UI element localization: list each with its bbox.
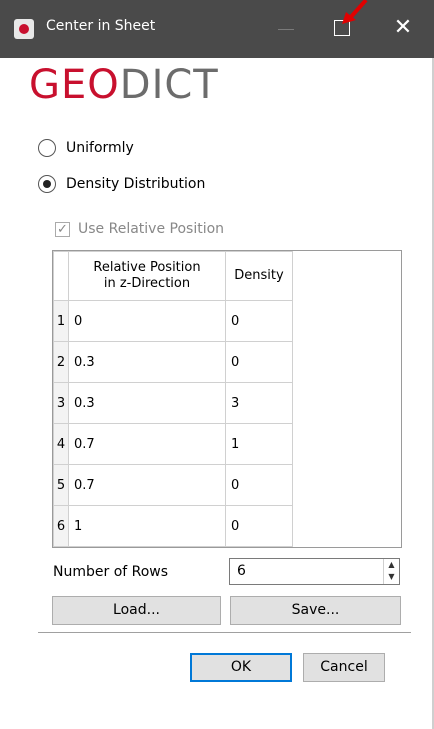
cell-density[interactable]: 3 (225, 382, 293, 424)
table-row: 3 0.3 3 (53, 382, 293, 424)
minimize-icon (278, 29, 294, 30)
cell-density[interactable]: 0 (225, 505, 293, 547)
row-number[interactable]: 6 (53, 505, 69, 547)
header-line-2: in z-Direction (103, 276, 191, 291)
table-row: 6 1 0 (53, 505, 293, 547)
separator (38, 632, 411, 634)
table-row: 1 0 0 (53, 300, 293, 342)
table-row: 4 0.7 1 (53, 423, 293, 465)
row-number[interactable]: 5 (53, 464, 69, 506)
app-icon (14, 19, 34, 39)
radio-circle-density-distribution[interactable] (38, 175, 56, 193)
use-relative-position-checkbox[interactable]: ✓ Use Relative Position (55, 221, 224, 237)
radio-label-density-distribution: Density Distribution (66, 176, 206, 192)
row-number[interactable]: 2 (53, 341, 69, 383)
save-button[interactable]: Save... (230, 596, 401, 625)
load-button[interactable]: Load... (52, 596, 221, 625)
column-header-relative-position[interactable]: Relative Position in z-Direction (68, 251, 226, 301)
table-corner (53, 251, 69, 301)
row-number[interactable]: 3 (53, 382, 69, 424)
number-of-rows-value[interactable]: 6 (237, 563, 246, 579)
cell-density[interactable]: 0 (225, 300, 293, 342)
radio-uniformly[interactable]: Uniformly (38, 139, 134, 157)
cell-position[interactable]: 0.3 (68, 382, 226, 424)
radio-density-distribution[interactable]: Density Distribution (38, 175, 205, 193)
close-icon[interactable]: ✕ (388, 13, 418, 43)
number-of-rows-label: Number of Rows (53, 564, 169, 580)
checkmark-icon[interactable]: ✓ (55, 221, 70, 237)
radio-label-uniformly: Uniformly (66, 140, 134, 156)
title-bar: Center in Sheet ✕ (0, 0, 434, 58)
cancel-button[interactable]: Cancel (303, 653, 385, 682)
table-row: 2 0.3 0 (53, 341, 293, 383)
row-number[interactable]: 4 (53, 423, 69, 465)
annotation-arrow-icon (342, 0, 368, 24)
spin-arrows[interactable]: ▲ ▼ (383, 559, 399, 584)
cell-density[interactable]: 0 (225, 464, 293, 506)
cell-density[interactable]: 1 (225, 423, 293, 465)
cell-density[interactable]: 0 (225, 341, 293, 383)
cell-position[interactable]: 0.7 (68, 464, 226, 506)
spin-down-icon[interactable]: ▼ (384, 571, 399, 583)
ok-button[interactable]: OK (190, 653, 292, 682)
logo-part-dict: DICT (119, 62, 219, 108)
window-title: Center in Sheet (46, 18, 156, 34)
header-line-1: Relative Position (93, 260, 201, 275)
density-table: Relative Position in z-Direction Density … (52, 250, 402, 548)
cell-position[interactable]: 1 (68, 505, 226, 547)
spin-up-icon[interactable]: ▲ (384, 559, 399, 571)
geodict-logo: GEODICT (29, 62, 219, 108)
table-row: 5 0.7 0 (53, 464, 293, 506)
row-number[interactable]: 1 (53, 300, 69, 342)
cell-position[interactable]: 0 (68, 300, 226, 342)
use-relative-position-label: Use Relative Position (78, 221, 225, 237)
number-of-rows-spinbox[interactable]: 6 ▲ ▼ (229, 558, 400, 585)
logo-part-geo: GEO (29, 62, 120, 108)
cell-position[interactable]: 0.7 (68, 423, 226, 465)
radio-circle-uniformly[interactable] (38, 139, 56, 157)
cell-position[interactable]: 0.3 (68, 341, 226, 383)
density-grid: Relative Position in z-Direction Density … (53, 251, 293, 547)
column-header-density[interactable]: Density (225, 251, 293, 301)
